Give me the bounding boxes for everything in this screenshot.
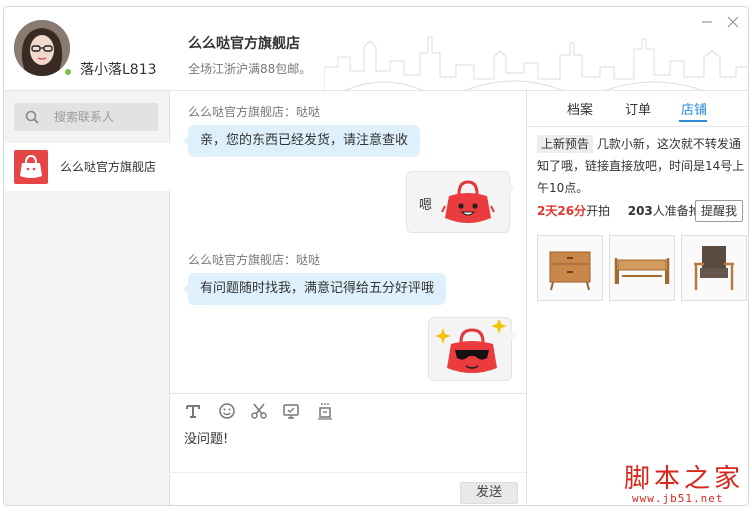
- site-watermark: 脚本之家 www.jb51.net: [624, 458, 750, 510]
- countdown-time: 2天26分: [537, 204, 587, 218]
- countdown-suffix: 开拍: [586, 204, 611, 218]
- watermark-title: 脚本之家: [624, 464, 745, 494]
- screen-capture-icon[interactable]: [282, 402, 300, 420]
- message-bubble-outgoing[interactable]: 嗯: [406, 171, 515, 233]
- tab-divider: [527, 126, 748, 127]
- sunglasses-bag-sticker: [435, 320, 507, 373]
- countdown-row: 2天26分开拍 203人准备抢 提醒我: [537, 199, 747, 223]
- chat-title: 么么哒官方旗舰店: [188, 36, 300, 52]
- chat-messages: 么么哒官方旗舰店：哒哒 亲，您的东西已经发货，请注意查收 嗯 么么哒官方旗舰店：…: [170, 91, 526, 393]
- contact-item[interactable]: 么么哒官方旗舰店: [4, 143, 170, 191]
- message-bubble[interactable]: 亲，您的东西已经发货，请注意查收: [182, 125, 421, 157]
- message-text: 嗯: [419, 198, 433, 213]
- promo-tag: 上新预告: [537, 135, 594, 153]
- search-box[interactable]: [14, 103, 158, 131]
- send-button[interactable]: 发送: [460, 482, 518, 504]
- happy-bag-sticker: [441, 180, 495, 223]
- product-thumbnail-cabinet[interactable]: [537, 235, 603, 301]
- contacts-sidebar: 么么哒官方旗舰店: [4, 91, 170, 505]
- prepare-suffix: 人准备抢: [652, 204, 701, 218]
- search-icon: [25, 110, 39, 124]
- store-info-panel: 档案 订单 店铺 上新预告 几款小新，这次就不转发通知了哦，链接直接放吧，时间是…: [526, 91, 748, 505]
- promo-notice: 上新预告 几款小新，这次就不转发通知了哦，链接直接放吧，时间是14号上午10点。: [537, 133, 747, 199]
- composer-footer: 发送: [170, 472, 526, 505]
- tab-store[interactable]: 店铺: [681, 99, 707, 118]
- user-avatar[interactable]: [14, 20, 70, 76]
- message-bubble[interactable]: 有问题随时找我，满意记得给五分好评哦: [182, 273, 447, 305]
- active-tab-indicator: [679, 120, 707, 122]
- message-composer: 没问题! 发送: [170, 393, 526, 505]
- remind-me-button[interactable]: 提醒我: [695, 200, 743, 222]
- contact-name: 么么哒官方旗舰店: [60, 160, 157, 174]
- message-bubble-outgoing[interactable]: [428, 317, 517, 381]
- scissors-icon[interactable]: [250, 402, 268, 420]
- tab-orders[interactable]: 订单: [625, 99, 651, 118]
- minimize-icon[interactable]: [698, 13, 716, 31]
- shop-bag-avatar: [14, 150, 48, 184]
- text-format-icon[interactable]: [184, 402, 202, 420]
- message-sender: 么么哒官方旗舰店：哒哒: [188, 253, 321, 267]
- chat-window: 落小落L813 么么哒官方旗舰店 全场江浙沪满88包邮。 搜索联系人 么么哒官方…: [3, 6, 749, 506]
- message-input[interactable]: 没问题!: [184, 428, 228, 447]
- close-icon[interactable]: [724, 13, 742, 31]
- chat-subtitle: 全场江浙沪满88包邮。: [188, 62, 312, 76]
- emoji-icon[interactable]: [218, 402, 236, 420]
- message-sender: 么么哒官方旗舰店：哒哒: [188, 105, 321, 119]
- username: 落小落L813: [80, 62, 157, 78]
- product-thumbnail-bench[interactable]: [609, 235, 675, 301]
- prepare-count: 203: [627, 204, 653, 218]
- shake-icon[interactable]: [316, 402, 334, 420]
- city-skyline-decoration: [324, 36, 748, 91]
- search-input[interactable]: [54, 103, 154, 131]
- online-status-dot: [64, 68, 72, 76]
- watermark-url: www.jb51.net: [632, 492, 724, 505]
- tab-profile[interactable]: 档案: [567, 99, 593, 118]
- product-thumbnail-armchair[interactable]: [681, 235, 747, 301]
- header: 落小落L813 么么哒官方旗舰店 全场江浙沪满88包邮。: [4, 7, 748, 91]
